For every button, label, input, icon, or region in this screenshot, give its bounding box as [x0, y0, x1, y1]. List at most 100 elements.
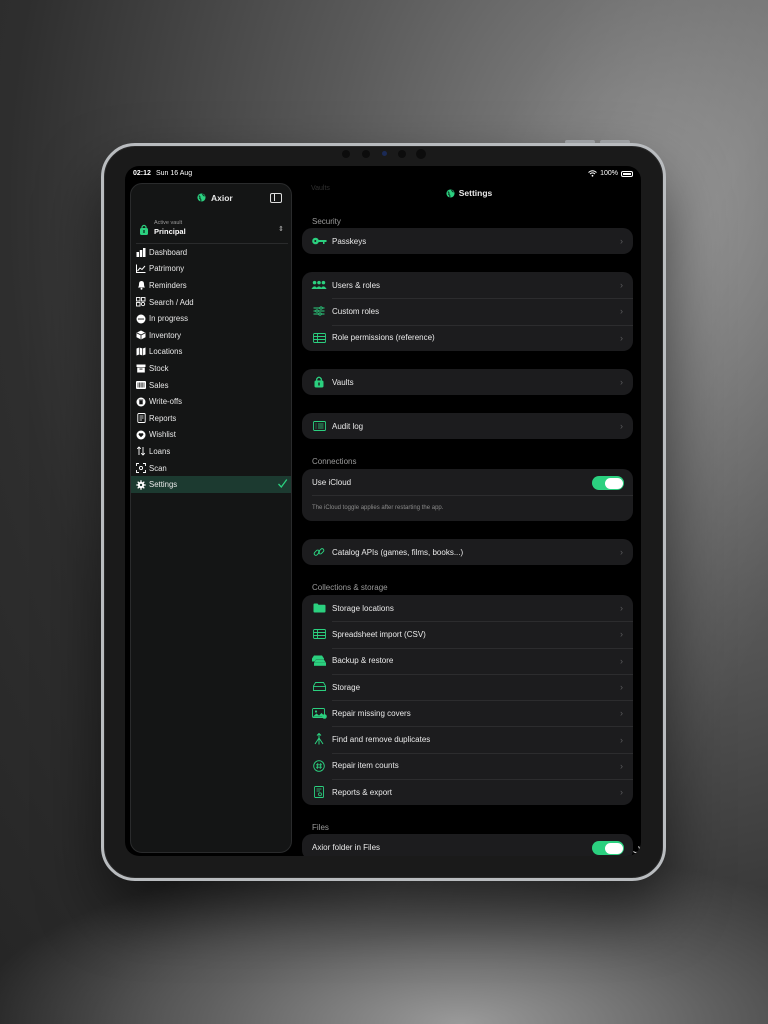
- vault-lock-icon: [139, 224, 149, 235]
- row-label: Use iCloud: [312, 477, 352, 487]
- sidebar-item-label: Dashboard: [149, 247, 188, 257]
- sidebar-item-label: Settings: [149, 480, 178, 490]
- row-axior-folder: Axior folder in Files: [302, 834, 633, 856]
- row-label: Custom roles: [332, 306, 380, 316]
- row-label: Users & roles: [332, 280, 381, 290]
- active-vault-name: Principal: [154, 227, 186, 236]
- app-globe-icon: [197, 193, 206, 202]
- chevron-right-icon: ›: [620, 655, 623, 666]
- row-label: Reports & export: [332, 787, 393, 797]
- progress-dots-icon: [135, 313, 147, 325]
- chevron-right-icon: ›: [620, 760, 623, 771]
- sidebar-item-reminders[interactable]: Reminders: [131, 277, 291, 294]
- group-vaults: Vaults ›: [302, 369, 633, 396]
- row-repair-counts[interactable]: Repair item counts ›: [302, 752, 633, 779]
- sidebar-item-stock[interactable]: Stock: [131, 360, 291, 377]
- sidebar-item-locations[interactable]: Locations: [131, 344, 291, 361]
- barcode-icon: [135, 379, 147, 391]
- checkmark-icon: [277, 478, 288, 489]
- row-backup-restore[interactable]: Backup & restore ›: [302, 647, 633, 674]
- row-spreadsheet-import[interactable]: Spreadsheet import (CSV) ›: [302, 621, 633, 647]
- number-circle-icon: [311, 759, 327, 773]
- row-label: Vaults: [332, 377, 354, 387]
- row-repair-covers[interactable]: Repair missing covers ›: [302, 700, 633, 726]
- active-vault-selector[interactable]: Active vault Principal ⇕: [136, 218, 288, 244]
- chevron-right-icon: ›: [620, 603, 623, 614]
- sidebar-item-label: Reports: [149, 413, 177, 423]
- chevron-right-icon: ›: [620, 280, 623, 291]
- row-label: Find and remove duplicates: [332, 735, 431, 745]
- sidebar-item-scan[interactable]: Scan: [131, 460, 291, 477]
- chevron-right-icon: ›: [620, 236, 623, 247]
- photo-repair-icon: [311, 706, 327, 720]
- row-vaults[interactable]: Vaults ›: [302, 369, 633, 395]
- sensor-dot: [362, 150, 370, 158]
- row-storage-locations[interactable]: Storage locations ›: [302, 595, 633, 621]
- row-reports-export[interactable]: Reports & export ›: [302, 779, 633, 805]
- bar-chart-icon: [135, 246, 147, 258]
- trend-chart-icon: [135, 263, 147, 275]
- row-custom-roles[interactable]: Custom roles ›: [302, 298, 633, 324]
- group-users: Users & roles › Custom roles › Role perm…: [302, 272, 633, 351]
- app-title: Axior: [211, 193, 233, 203]
- sidebar-item-inventory[interactable]: Inventory: [131, 327, 291, 344]
- row-catalog-apis[interactable]: Catalog APIs (games, films, books...) ›: [302, 539, 633, 565]
- sidebar-item-label: Locations: [149, 347, 183, 357]
- sidebar-item-patrimony[interactable]: Patrimony: [131, 261, 291, 278]
- axior-folder-toggle[interactable]: [592, 841, 624, 855]
- archive-box-icon: [135, 362, 147, 374]
- row-label: Repair item counts: [332, 761, 399, 771]
- merge-arrow-icon: [311, 732, 327, 746]
- sidebar-item-sales[interactable]: Sales: [131, 377, 291, 394]
- camera-bar: [342, 149, 432, 159]
- row-users-roles[interactable]: Users & roles ›: [302, 272, 633, 298]
- map-icon: [135, 346, 147, 358]
- row-label: Audit log: [332, 421, 364, 431]
- group-icloud: Use iCloud The iCloud toggle applies aft…: [302, 469, 633, 521]
- sidebar-item-dashboard[interactable]: Dashboard: [131, 244, 291, 261]
- document-chart-icon: [311, 785, 327, 799]
- active-vault-label: Active vault: [154, 220, 183, 226]
- row-passkeys[interactable]: Passkeys ›: [302, 228, 633, 254]
- page-title: Settings: [458, 188, 493, 198]
- row-storage[interactable]: Storage ›: [302, 673, 633, 700]
- loading-spinner-icon: [632, 845, 640, 853]
- sensor-dot: [342, 150, 350, 158]
- backup-drives-icon: [311, 654, 327, 668]
- sidebar-item-write-offs[interactable]: Write-offs: [131, 393, 291, 410]
- group-collections: Storage locations › Spreadsheet import (…: [302, 595, 633, 806]
- icloud-note: The iCloud toggle applies after restarti…: [312, 505, 444, 511]
- lock-icon: [311, 375, 327, 389]
- sidebar-item-label: Write-offs: [149, 397, 183, 407]
- chevron-right-icon: ›: [620, 734, 623, 745]
- icloud-toggle[interactable]: [592, 476, 624, 490]
- row-find-duplicates[interactable]: Find and remove duplicates ›: [302, 726, 633, 752]
- sidebar-item-wishlist[interactable]: Wishlist: [131, 427, 291, 444]
- background-glow: [0, 860, 768, 1024]
- sidebar-item-reports[interactable]: Reports: [131, 410, 291, 427]
- camera-dot: [416, 149, 426, 159]
- document-icon: [135, 412, 147, 424]
- sidebar-toggle-icon[interactable]: [270, 193, 282, 203]
- settings-panel: Vaults Settings Security Passkeys › User…: [297, 183, 641, 856]
- sidebar-nav: Dashboard Patrimony Reminders Search / A…: [131, 244, 293, 493]
- battery-percent: 100%: [600, 170, 618, 177]
- row-label: Axior folder in Files: [312, 842, 381, 852]
- sidebar-item-label: Stock: [149, 363, 169, 373]
- table-icon: [311, 627, 327, 641]
- row-role-permissions[interactable]: Role permissions (reference) ›: [302, 324, 633, 351]
- link-icon: [311, 545, 327, 559]
- sidebar-item-settings[interactable]: Settings: [131, 476, 291, 493]
- sidebar-item-loans[interactable]: Loans: [131, 443, 291, 460]
- chevron-right-icon: ›: [620, 306, 623, 317]
- row-label: Spreadsheet import (CSV): [332, 629, 426, 639]
- sidebar-item-in-progress[interactable]: In progress: [131, 310, 291, 327]
- chevron-updown-icon: ⇕: [278, 226, 284, 233]
- sidebar-item-search-add[interactable]: Search / Add: [131, 294, 291, 311]
- row-label: Backup & restore: [332, 656, 394, 666]
- trash-circle-icon: [135, 396, 147, 408]
- row-label: Storage locations: [332, 603, 394, 613]
- key-icon: [311, 234, 327, 248]
- row-label: Passkeys: [332, 236, 367, 246]
- row-audit-log[interactable]: Audit log ›: [302, 413, 633, 439]
